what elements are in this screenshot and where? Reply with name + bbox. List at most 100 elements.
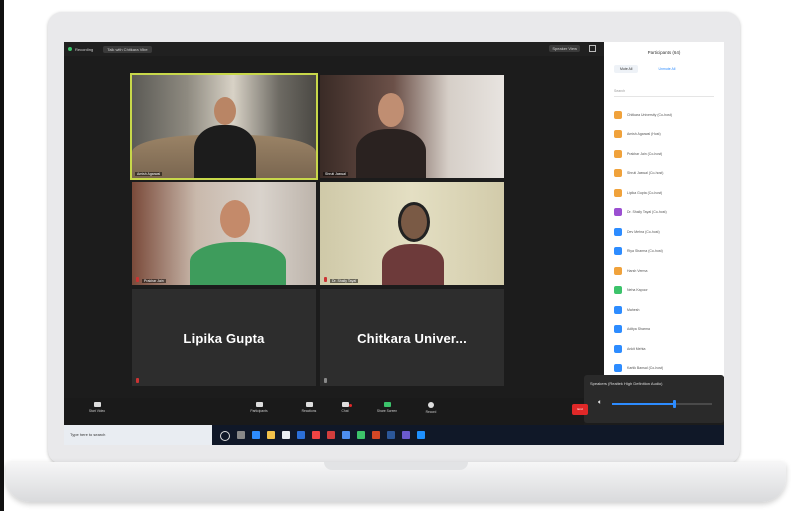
participant-avatar (614, 149, 622, 158)
participant-row-name: Harsh Verma (627, 268, 648, 273)
edge-browser-icon[interactable] (252, 431, 260, 439)
participant-row[interactable]: Shruti Jaswal (Co-host) (614, 164, 722, 184)
participant-avatar (614, 286, 622, 295)
participant-row[interactable]: Aditya Sharma (614, 320, 722, 340)
participants-search-input[interactable]: Search (614, 89, 714, 97)
chat-button[interactable]: Chat (332, 402, 358, 413)
mail-icon[interactable] (297, 431, 305, 439)
reactions-button[interactable]: Reactions (296, 402, 322, 413)
participant-row[interactable]: Riya Sharma (Co-host) (614, 242, 722, 262)
office-icon[interactable] (327, 431, 335, 439)
mute-all-button[interactable]: Mute All (614, 65, 639, 73)
recording-dot-icon (68, 47, 72, 51)
audio-volume-popup: Speakers (Realtek High Definition Audio)… (584, 375, 724, 423)
end-meeting-button[interactable]: End (572, 404, 588, 415)
laptop-screen: Recording Talk with Chitkara Vibe Speake… (64, 42, 724, 445)
participant-body (190, 242, 286, 285)
participant-name: Amish Agarwal (135, 172, 163, 176)
participant-avatar (614, 188, 622, 197)
participant-body (194, 125, 256, 178)
record-label: Record (425, 410, 437, 414)
participant-row[interactable]: Harsh Verma (614, 261, 722, 281)
share-screen-button[interactable]: Share Screen (374, 402, 400, 413)
participant-avatar (614, 169, 622, 178)
participant-avatar (614, 325, 622, 334)
video-tile-1[interactable]: Amish Agarwal (130, 73, 318, 180)
fullscreen-icon[interactable] (589, 45, 596, 52)
chat-unread-badge (349, 404, 352, 407)
participants-panel: Participants (64) Mute All Unmute All Se… (604, 42, 724, 377)
participant-row[interactable]: Mahesh (614, 300, 722, 320)
participant-row[interactable]: Lipika Gupta (Co-host) (614, 183, 722, 203)
video-tile-5[interactable]: Lipika Gupta (132, 289, 316, 386)
participant-row-name: Amish Agarwal (Host) (627, 132, 661, 137)
video-tile-2[interactable]: Shruti Jaswal (320, 75, 504, 178)
start-circle-icon[interactable] (220, 431, 230, 441)
video-camera-icon (93, 402, 101, 407)
participant-row[interactable]: Ankit Mehta (614, 339, 722, 359)
participant-row[interactable]: Dev Mehra (Co-host) (614, 222, 722, 242)
audio-device-label: Speakers (Realtek High Definition Audio) (590, 381, 663, 386)
participant-row[interactable]: Prakhar Jain (Co-host) (614, 144, 722, 164)
participant-row-name: Riya Sharma (Co-host) (627, 249, 663, 254)
laptop-base (6, 462, 786, 502)
participants-label: Participants (250, 409, 268, 413)
participant-row-name: Mahesh (627, 307, 640, 312)
mic-muted-icon (324, 277, 327, 282)
zoom-app-icon[interactable] (342, 431, 350, 439)
participants-button[interactable]: Participants (246, 402, 272, 413)
participant-body (382, 244, 444, 285)
participant-avatar (614, 344, 622, 353)
participant-row-name: Neha Kapoor (627, 288, 648, 293)
participant-row[interactable]: Chitkara University (Co-host) (614, 105, 722, 125)
participants-list: Chitkara University (Co-host) Amish Agarw… (614, 105, 722, 378)
participant-avatar (614, 364, 622, 373)
speaker-view-button[interactable]: Speaker View (549, 45, 580, 52)
participant-name: Dr. Shaily Tayal (330, 279, 359, 283)
word-icon[interactable] (387, 431, 395, 439)
participants-actions: Mute All Unmute All (614, 65, 681, 73)
participant-display-name: Lipika Gupta (183, 331, 265, 346)
participant-row-name: Shruti Jaswal (Co-host) (627, 171, 664, 176)
participant-avatar (614, 110, 622, 119)
taskbar-search-input[interactable]: Type here to search (64, 425, 212, 445)
participant-avatar (614, 130, 622, 139)
left-edge (0, 0, 4, 511)
record-button[interactable]: Record (418, 402, 444, 414)
chrome-icon[interactable] (312, 431, 320, 439)
start-video-label: Start Video (88, 409, 106, 413)
meeting-topic-selector[interactable]: Talk with Chitkara Vibe (103, 45, 152, 53)
speaker-icon: 🔈︎ (598, 399, 603, 406)
record-icon (428, 402, 434, 408)
start-video-button[interactable]: Start Video (84, 402, 110, 413)
video-tile-6[interactable]: Chitkara Univer... (320, 289, 504, 386)
participant-row[interactable]: Amish Agarwal (Host) (614, 125, 722, 145)
participant-row-name: Chitkara University (Co-host) (627, 112, 672, 117)
store-icon[interactable] (282, 431, 290, 439)
video-tile-3[interactable]: Prakhar Jain (132, 182, 316, 285)
taskbar-app-icons (220, 431, 425, 441)
participants-title: Participants (64) (647, 50, 681, 55)
participant-row-name: Dr. Shaily Tayal (Co-host) (627, 210, 667, 215)
meeting-toolbar: Start Video Participants Reactions Chat … (64, 398, 584, 425)
participant-head (214, 97, 236, 125)
volume-slider-handle[interactable] (672, 400, 676, 408)
task-view-icon[interactable] (237, 431, 245, 439)
participant-avatar (614, 305, 622, 314)
unmute-all-button[interactable]: Unmute All (652, 65, 681, 73)
excel-icon[interactable] (357, 431, 365, 439)
file-explorer-icon[interactable] (267, 431, 275, 439)
participant-avatar (614, 266, 622, 275)
photos-icon[interactable] (417, 431, 425, 439)
share-screen-label: Share Screen (376, 409, 398, 413)
chat-label: Chat (341, 409, 349, 413)
teams-icon[interactable] (402, 431, 410, 439)
powerpoint-icon[interactable] (372, 431, 380, 439)
mic-icon (324, 378, 327, 383)
participant-row-name: Dev Mehra (Co-host) (627, 229, 660, 234)
video-tile-4[interactable]: Dr. Shaily Tayal (320, 182, 504, 285)
participant-row[interactable]: Dr. Shaily Tayal (Co-host) (614, 203, 722, 223)
volume-slider[interactable] (612, 400, 712, 408)
participant-row[interactable]: Neha Kapoor (614, 281, 722, 301)
participant-body (356, 129, 426, 178)
